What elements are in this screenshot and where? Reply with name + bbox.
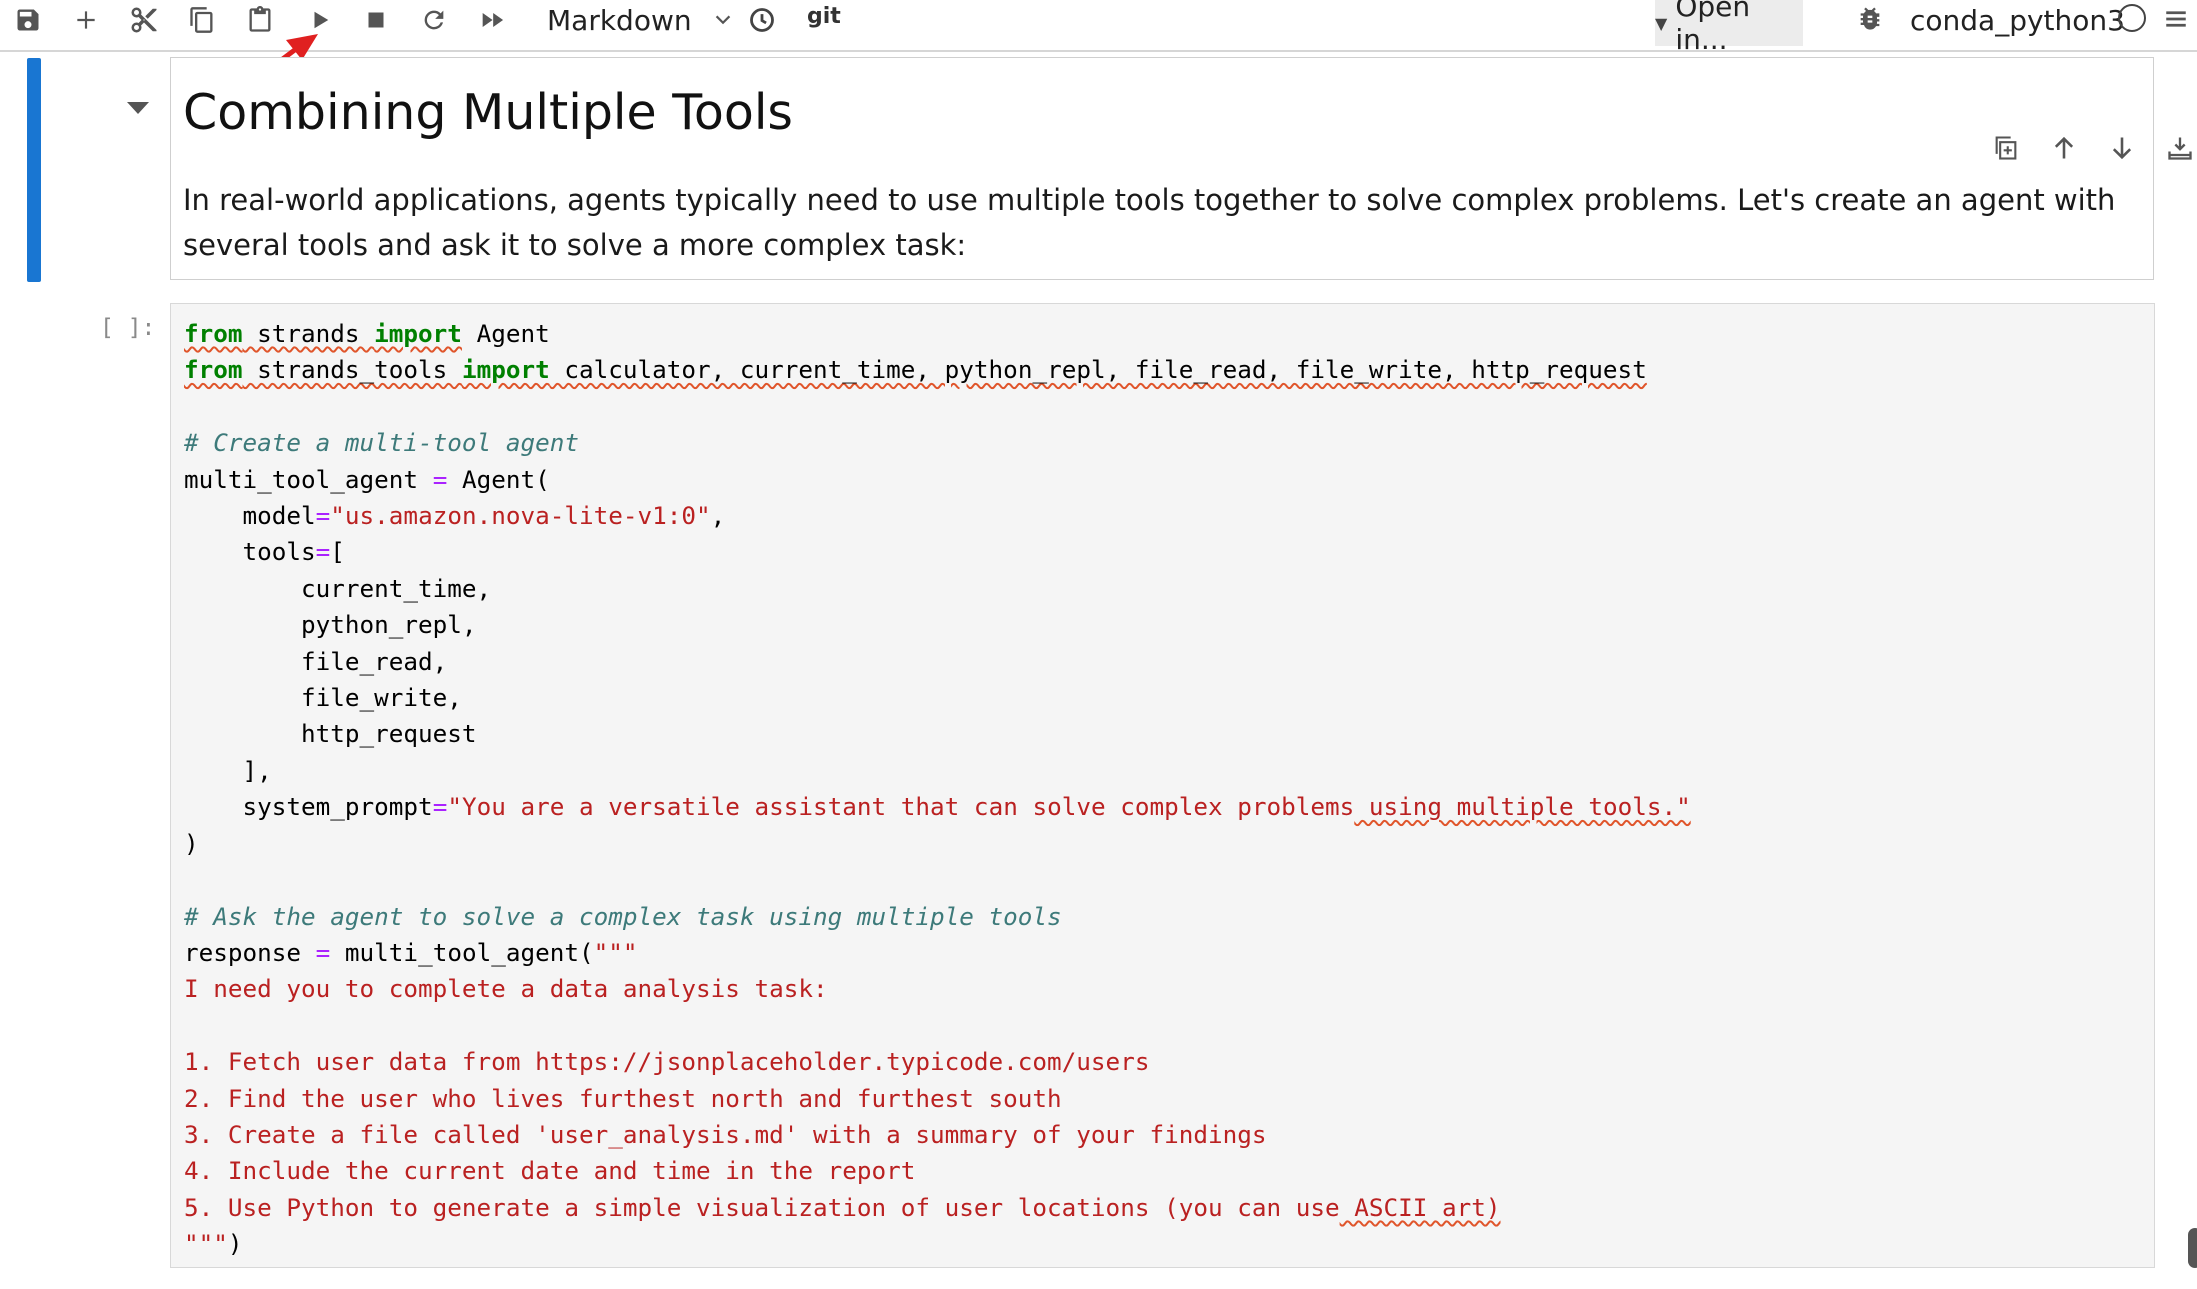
debugger-button[interactable] bbox=[1856, 4, 1884, 36]
kernel-status-idle-icon bbox=[2118, 4, 2146, 32]
collapse-heading-button[interactable] bbox=[126, 100, 150, 119]
insert-cell-button[interactable] bbox=[62, 0, 110, 40]
save-button[interactable] bbox=[4, 0, 52, 40]
open-in-button[interactable]: ▼ Open in... bbox=[1655, 0, 1803, 56]
scrollbar-thumb[interactable] bbox=[2188, 1228, 2197, 1268]
fast-forward-icon bbox=[482, 13, 504, 27]
cell-type-label: Markdown bbox=[547, 3, 692, 37]
stop-icon bbox=[368, 12, 384, 28]
arrow-up-icon bbox=[2054, 136, 2074, 159]
plus-icon bbox=[77, 11, 95, 29]
duplicate-cell-button[interactable] bbox=[1986, 128, 2026, 168]
chevron-down-icon bbox=[712, 9, 734, 31]
interrupt-button[interactable] bbox=[352, 0, 400, 40]
move-cell-down-button[interactable] bbox=[2102, 128, 2142, 168]
menu-icon bbox=[2166, 11, 2186, 27]
markdown-paragraph: In real-world applications, agents typic… bbox=[183, 183, 2116, 262]
toolbar-more-button[interactable] bbox=[2163, 6, 2189, 36]
bug-icon bbox=[1860, 7, 1880, 30]
cut-button[interactable] bbox=[120, 0, 168, 40]
restart-run-all-button[interactable] bbox=[468, 0, 516, 40]
markdown-heading: Combining Multiple Tools bbox=[183, 84, 793, 141]
kernel-name[interactable]: conda_python3 bbox=[1910, 0, 2125, 40]
copy-button[interactable] bbox=[178, 0, 226, 40]
code-cell-editor[interactable]: from strands import Agent from strands_t… bbox=[170, 303, 2155, 1268]
markdown-cell[interactable]: Combining Multiple Tools In real-world a… bbox=[170, 57, 2192, 280]
caret-down-icon bbox=[127, 102, 149, 114]
insert-above-icon bbox=[2168, 137, 2192, 160]
cell-type-select[interactable]: Markdown bbox=[547, 0, 730, 40]
copy-icon bbox=[190, 7, 213, 33]
cell-execution-prompt: [ ]: bbox=[100, 315, 156, 341]
clock-icon bbox=[750, 8, 774, 32]
caret-down-icon: ▼ bbox=[1655, 13, 1668, 33]
duplicate-icon bbox=[1995, 136, 2017, 160]
cut-icon bbox=[131, 7, 157, 33]
git-button[interactable]: git bbox=[807, 4, 841, 29]
move-cell-up-button[interactable] bbox=[2044, 128, 2084, 168]
active-cell-indicator[interactable] bbox=[27, 58, 41, 282]
open-in-label: Open in... bbox=[1675, 0, 1751, 56]
arrow-down-icon bbox=[2112, 137, 2132, 160]
restart-icon bbox=[424, 10, 444, 30]
code-block: from strands import Agent from strands_t… bbox=[184, 319, 1691, 1259]
restart-button[interactable] bbox=[410, 0, 458, 40]
history-button[interactable] bbox=[738, 0, 786, 40]
save-icon bbox=[17, 9, 39, 31]
insert-cell-above-button[interactable] bbox=[2160, 128, 2197, 168]
